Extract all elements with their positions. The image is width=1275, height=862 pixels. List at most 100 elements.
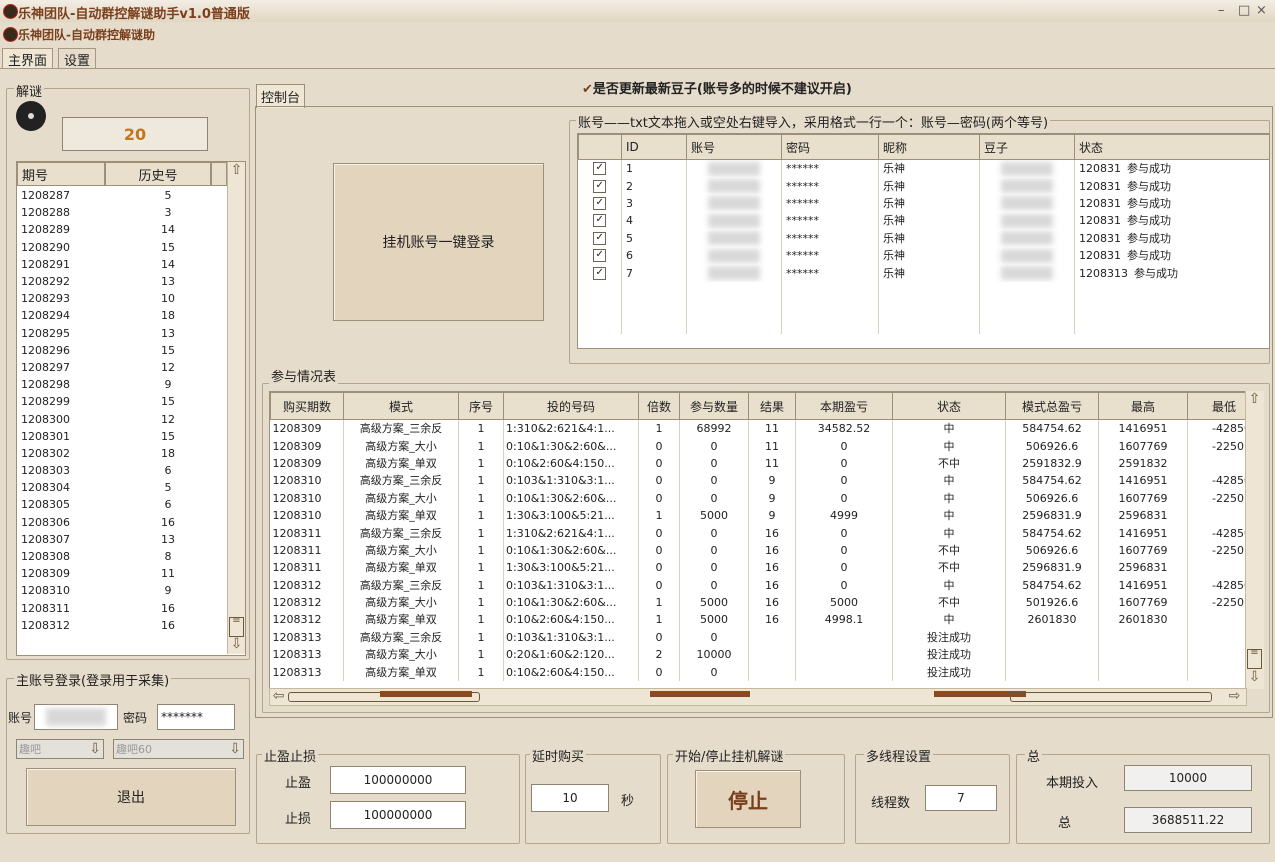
- stop-loss-input[interactable]: 100000000: [330, 801, 466, 829]
- table-row[interactable]: ✓ 3 ****** 乐神 120831 参与成功: [578, 194, 1269, 213]
- table-row[interactable]: ✓ 5 ****** 乐神 120831 参与成功: [578, 229, 1269, 247]
- scroll-up-icon[interactable]: ⇧: [228, 162, 245, 179]
- table-row[interactable]: 1208292 13: [17, 273, 231, 290]
- table-row[interactable]: 1208296 15: [17, 342, 231, 359]
- table-row[interactable]: ✓ 7 ****** 乐神 1208313 参与成功: [578, 264, 1269, 282]
- table-row[interactable]: 1208312 16: [17, 617, 231, 634]
- table-row[interactable]: 1208310 高级方案_单双 1 1:30&3:100&5:21... 1 5000 9 4…: [270, 506, 1246, 525]
- table-row[interactable]: 1208304 5: [17, 479, 231, 496]
- table-row[interactable]: 1208302 18: [17, 445, 231, 462]
- check-icon[interactable]: ✓: [593, 196, 607, 210]
- participation-header-1[interactable]: 模式: [343, 392, 459, 420]
- account-checkbox[interactable]: ✓: [578, 212, 622, 230]
- table-row[interactable]: 1208311 高级方案_大小 1 0:10&1:30&2:60&... 0 0 16 0 不中…: [270, 541, 1246, 560]
- participation-header-9[interactable]: 模式总盈亏: [1005, 392, 1099, 420]
- accounts-header-3[interactable]: 密码: [781, 134, 879, 160]
- check-icon[interactable]: ✓: [593, 162, 607, 176]
- password-input[interactable]: *******: [157, 704, 235, 730]
- table-row[interactable]: 1208313 高级方案_单双 1 0:10&2:60&4:150... 0 0 投注成功: [270, 663, 1246, 681]
- check-icon[interactable]: ✔: [582, 82, 593, 97]
- table-row[interactable]: 1208294 18: [17, 307, 231, 324]
- scroll-up-icon[interactable]: ⇧: [1246, 391, 1263, 408]
- table-row[interactable]: ✓ 1 ****** 乐神 120831 参与成功: [578, 159, 1269, 178]
- maximize-button[interactable]: □: [1238, 3, 1250, 18]
- participation-header-6[interactable]: 结果: [748, 392, 796, 420]
- table-row[interactable]: 1208287 5: [17, 187, 231, 204]
- scroll-down-icon[interactable]: ⇩: [1246, 669, 1263, 686]
- table-row[interactable]: 1208293 10: [17, 290, 231, 307]
- accounts-header-6[interactable]: 状态: [1074, 134, 1269, 160]
- account-checkbox[interactable]: ✓: [578, 246, 622, 265]
- table-row[interactable]: 1208312 高级方案_三余反 1 0:103&1:310&3:1... 0 0 16 0 中…: [270, 576, 1246, 594]
- table-row[interactable]: 1208291 14: [17, 256, 231, 273]
- accounts-header-2[interactable]: 账号: [686, 134, 782, 160]
- table-row[interactable]: 1208312 高级方案_单双 1 0:10&2:60&4:150... 1 5000 16…: [270, 611, 1246, 629]
- stop-button[interactable]: 停止: [695, 770, 801, 828]
- participation-header-2[interactable]: 序号: [458, 392, 504, 420]
- table-row[interactable]: 1208309 高级方案_三余反 1 1:310&2:621&4:1... 1 68992…: [270, 419, 1246, 438]
- tab-settings[interactable]: 设置: [58, 48, 97, 69]
- site-select[interactable]: 趣吧 ⇩: [16, 739, 104, 759]
- table-row[interactable]: 1208311 高级方案_三余反 1 1:310&2:621&4:1... 0 0 16 0 中…: [270, 524, 1246, 542]
- table-row[interactable]: 1208290 15: [17, 239, 231, 256]
- table-row[interactable]: 1208289 14: [17, 221, 231, 238]
- table-row[interactable]: 1208301 15: [17, 428, 231, 445]
- account-checkbox[interactable]: ✓: [578, 194, 622, 213]
- participation-header-3[interactable]: 投的号码: [503, 392, 639, 420]
- history-header-number[interactable]: 历史号: [105, 162, 211, 186]
- accounts-header-1[interactable]: ID: [621, 134, 687, 160]
- accounts-header-5[interactable]: 豆子: [979, 134, 1075, 160]
- dropdown-arrow-icon[interactable]: ⇩: [89, 741, 101, 757]
- tab-console[interactable]: 控制台: [256, 84, 306, 108]
- table-row[interactable]: ✓ 2 ****** 乐神 120831 参与成功: [578, 177, 1269, 195]
- table-row[interactable]: 1208310 高级方案_三余反 1 0:103&1:310&3:1... 0 0 9 0 中 5…: [270, 472, 1246, 490]
- tab-main[interactable]: 主界面: [2, 48, 54, 69]
- scroll-thumb[interactable]: ≡: [229, 616, 244, 637]
- table-row[interactable]: 1208288 3: [17, 204, 231, 221]
- table-row[interactable]: 1208307 13: [17, 531, 231, 548]
- table-row[interactable]: 1208300 12: [17, 410, 231, 427]
- take-profit-input[interactable]: 100000000: [330, 766, 466, 794]
- table-row[interactable]: 1208310 9: [17, 582, 231, 599]
- delay-input[interactable]: 10: [531, 784, 609, 812]
- table-row[interactable]: 1208309 11: [17, 565, 231, 582]
- table-row[interactable]: 1208305 6: [17, 496, 231, 513]
- table-row[interactable]: 1208313 高级方案_大小 1 0:20&1:60&2:120... 2 10000 投…: [270, 646, 1246, 664]
- table-row[interactable]: 1208310 高级方案_大小 1 0:10&1:30&2:60&... 0 0 9 0 中 50…: [270, 489, 1246, 507]
- dropdown-arrow-icon[interactable]: ⇩: [229, 741, 241, 757]
- table-row[interactable]: 1208298 9: [17, 376, 231, 393]
- check-icon[interactable]: ✓: [593, 179, 607, 193]
- table-row[interactable]: 1208299 15: [17, 393, 231, 410]
- scroll-down-icon[interactable]: ⇩: [228, 636, 245, 653]
- participation-header-8[interactable]: 状态: [892, 392, 1006, 420]
- scroll-thumb[interactable]: [380, 691, 472, 697]
- table-row[interactable]: 1208308 8: [17, 548, 231, 565]
- table-row[interactable]: 1208312 高级方案_大小 1 0:10&1:30&2:60&... 1 5000 16…: [270, 593, 1246, 612]
- table-row[interactable]: 1208297 12: [17, 359, 231, 376]
- table-row[interactable]: 1208306 16: [17, 514, 231, 531]
- participation-header-4[interactable]: 倍数: [638, 392, 680, 420]
- minimize-button[interactable]: –: [1218, 3, 1225, 18]
- account-checkbox[interactable]: ✓: [578, 159, 622, 178]
- accounts-header-0[interactable]: [578, 134, 622, 160]
- table-row[interactable]: 1208311 高级方案_单双 1 1:30&3:100&5:21... 0 0 16 0 不中…: [270, 559, 1246, 577]
- participation-header-11[interactable]: 最低: [1187, 392, 1246, 420]
- history-header-period[interactable]: 期号: [17, 162, 105, 186]
- table-row[interactable]: ✓ 4 ****** 乐神 120831 参与成功: [578, 212, 1269, 230]
- participation-header-7[interactable]: 本期盈亏: [795, 392, 893, 420]
- scroll-left-icon[interactable]: ⇦: [270, 688, 287, 705]
- login-all-button[interactable]: 挂机账号一键登录: [333, 163, 544, 321]
- account-checkbox[interactable]: ✓: [578, 229, 622, 247]
- participation-vscroll[interactable]: ⇧ ≡ ⇩: [1245, 391, 1264, 689]
- table-row[interactable]: 1208303 6: [17, 462, 231, 479]
- participation-header-0[interactable]: 购买期数: [270, 392, 344, 420]
- scroll-right-icon[interactable]: ⇨: [1226, 688, 1243, 705]
- table-row[interactable]: 1208313 高级方案_三余反 1 0:103&1:310&3:1... 0 0 投注成功: [270, 628, 1246, 647]
- participation-header-5[interactable]: 参与数量: [679, 392, 749, 420]
- account-checkbox[interactable]: ✓: [578, 264, 622, 282]
- participation-header-10[interactable]: 最高: [1098, 392, 1188, 420]
- check-icon[interactable]: ✓: [593, 266, 607, 280]
- check-icon[interactable]: ✓: [593, 214, 607, 228]
- account-checkbox[interactable]: ✓: [578, 177, 622, 195]
- table-row[interactable]: 1208309 高级方案_单双 1 0:10&2:60&4:150... 0 0 11 0 不中…: [270, 454, 1246, 473]
